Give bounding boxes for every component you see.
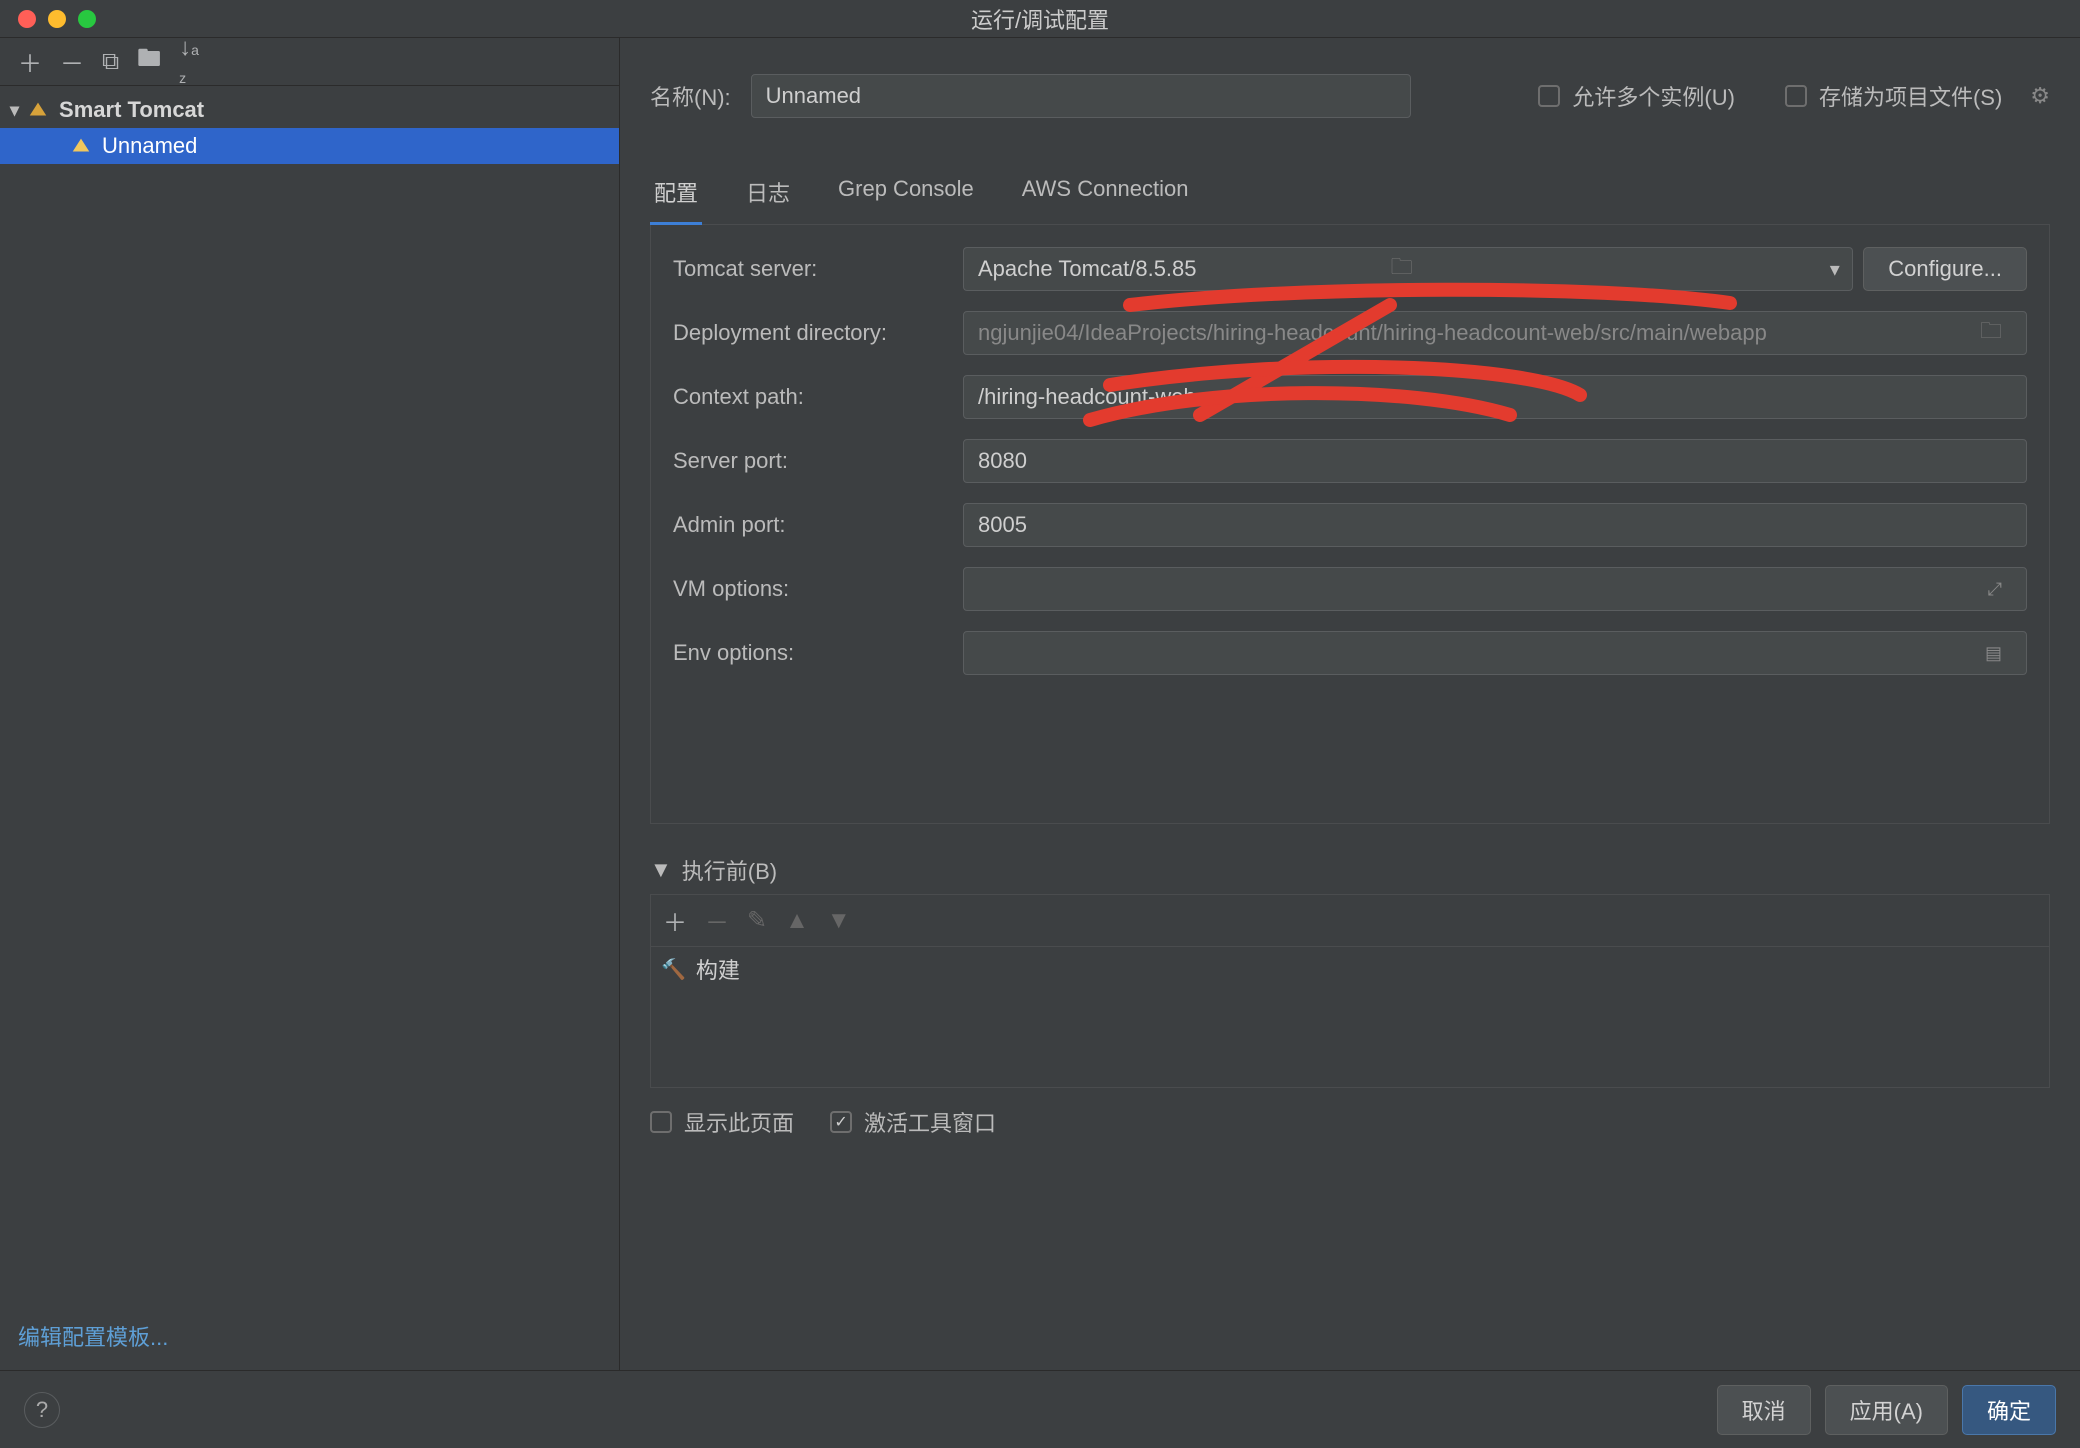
header-row: 名称(N): 允许多个实例(U) 存储为项目文件(S) ⚙ bbox=[650, 74, 2050, 118]
chevron-down-icon: ▾ bbox=[10, 100, 19, 121]
main-panel: 名称(N): 允许多个实例(U) 存储为项目文件(S) ⚙ 配置 日志 Grep… bbox=[620, 38, 2080, 1370]
bottom-checks: 显示此页面 激活工具窗口 bbox=[650, 1106, 2050, 1138]
copy-config-icon[interactable]: ⧉ bbox=[102, 48, 119, 76]
before-launch-item-build[interactable]: 🔨 构建 bbox=[661, 953, 2039, 985]
context-path-input[interactable] bbox=[963, 375, 2027, 419]
list-icon[interactable]: ▤ bbox=[1975, 643, 2012, 664]
context-path-label: Context path: bbox=[673, 384, 963, 410]
server-port-label: Server port: bbox=[673, 448, 963, 474]
tree-root-label: Smart Tomcat bbox=[59, 97, 204, 123]
name-label: 名称(N): bbox=[650, 80, 731, 112]
deployment-dir-input[interactable]: ngjunjie04/IdeaProjects/hiring-headcount… bbox=[978, 320, 1970, 346]
configure-button[interactable]: Configure... bbox=[1863, 247, 2027, 291]
tab-config[interactable]: 配置 bbox=[650, 168, 702, 225]
store-as-project-file-checkbox[interactable]: 存储为项目文件(S) bbox=[1785, 80, 2002, 112]
allow-multiple-checkbox[interactable]: 允许多个实例(U) bbox=[1538, 80, 1735, 112]
dialog-footer: ? 取消 应用(A) 确定 bbox=[0, 1370, 2080, 1448]
tree-item-label: Unnamed bbox=[102, 133, 197, 159]
server-port-input[interactable] bbox=[963, 439, 2027, 483]
admin-port-label: Admin port: bbox=[673, 512, 963, 538]
show-page-label: 显示此页面 bbox=[684, 1106, 794, 1138]
window-title: 运行/调试配置 bbox=[0, 3, 2080, 35]
dropdown-icon[interactable]: ▾ bbox=[1817, 247, 1853, 291]
add-config-icon[interactable]: ＋ bbox=[18, 44, 42, 79]
before-launch-toolbar: ＋ － ✎ ▲ ▼ bbox=[651, 895, 2049, 947]
allow-multiple-label: 允许多个实例(U) bbox=[1572, 80, 1735, 112]
sidebar: ＋ － ⧉ 🖿 ↓az ▾ Smart Tomcat Unnamed 编辑配置模… bbox=[0, 38, 620, 1370]
move-up-icon[interactable]: ▲ bbox=[785, 907, 809, 935]
before-launch-list[interactable]: 🔨 构建 bbox=[651, 947, 2049, 1087]
vm-options-label: VM options: bbox=[673, 576, 963, 602]
config-form: Tomcat server: Apache Tomcat/8.5.85 🗀 ▾ … bbox=[650, 225, 2050, 824]
gear-icon[interactable]: ⚙ bbox=[2030, 83, 2050, 109]
deployment-dir-label: Deployment directory: bbox=[673, 320, 963, 346]
edit-templates-link[interactable]: 编辑配置模板... bbox=[0, 1302, 619, 1370]
edit-task-icon[interactable]: ✎ bbox=[747, 906, 767, 935]
tomcat-icon bbox=[27, 99, 49, 121]
store-as-project-file-label: 存储为项目文件(S) bbox=[1819, 80, 2002, 112]
tab-bar: 配置 日志 Grep Console AWS Connection bbox=[650, 168, 2050, 225]
folder-icon[interactable]: 🗀 bbox=[1970, 314, 2012, 352]
folder-icon[interactable]: 🗀 bbox=[1381, 250, 1804, 288]
before-launch-item-label: 构建 bbox=[696, 953, 740, 985]
before-launch-header[interactable]: ▼ 执行前(B) bbox=[650, 854, 2050, 886]
remove-task-icon[interactable]: － bbox=[705, 903, 729, 938]
activate-tool-window-label: 激活工具窗口 bbox=[864, 1106, 996, 1138]
checkbox-icon bbox=[650, 1111, 672, 1133]
save-config-icon[interactable]: 🖿 bbox=[137, 41, 161, 82]
env-options-input[interactable] bbox=[978, 640, 1975, 666]
tomcat-server-label: Tomcat server: bbox=[673, 256, 963, 282]
checkbox-icon bbox=[1785, 85, 1807, 107]
chevron-down-icon: ▼ bbox=[650, 857, 672, 883]
tree-root-smart-tomcat[interactable]: ▾ Smart Tomcat bbox=[0, 92, 619, 128]
add-task-icon[interactable]: ＋ bbox=[663, 903, 687, 938]
show-page-checkbox[interactable]: 显示此页面 bbox=[650, 1106, 794, 1138]
titlebar: 运行/调试配置 bbox=[0, 0, 2080, 38]
expand-icon[interactable]: ⤢ bbox=[1978, 579, 2012, 600]
sort-config-icon[interactable]: ↓az bbox=[179, 34, 199, 90]
cancel-button[interactable]: 取消 bbox=[1717, 1385, 1811, 1435]
tree-item-unnamed[interactable]: Unnamed bbox=[0, 128, 619, 164]
env-options-label: Env options: bbox=[673, 640, 963, 666]
before-launch-box: ＋ － ✎ ▲ ▼ 🔨 构建 bbox=[650, 894, 2050, 1088]
help-button[interactable]: ? bbox=[24, 1392, 60, 1428]
sidebar-toolbar: ＋ － ⧉ 🖿 ↓az bbox=[0, 38, 619, 86]
remove-config-icon[interactable]: － bbox=[60, 44, 84, 79]
move-down-icon[interactable]: ▼ bbox=[827, 907, 851, 935]
tomcat-server-combo[interactable]: Apache Tomcat/8.5.85 🗀 ▾ bbox=[963, 247, 1853, 291]
tab-grep-console[interactable]: Grep Console bbox=[834, 168, 978, 224]
admin-port-input[interactable] bbox=[963, 503, 2027, 547]
apply-button[interactable]: 应用(A) bbox=[1825, 1385, 1948, 1435]
hammer-icon: 🔨 bbox=[661, 957, 686, 982]
before-launch-title: 执行前(B) bbox=[682, 854, 777, 886]
activate-tool-window-checkbox[interactable]: 激活工具窗口 bbox=[830, 1106, 996, 1138]
checkbox-icon bbox=[830, 1111, 852, 1133]
ok-button[interactable]: 确定 bbox=[1962, 1385, 2056, 1435]
tomcat-server-value[interactable]: Apache Tomcat/8.5.85 🗀 bbox=[963, 247, 1817, 291]
config-name-input[interactable] bbox=[751, 74, 1411, 118]
tab-aws-connection[interactable]: AWS Connection bbox=[1018, 168, 1193, 224]
checkbox-icon bbox=[1538, 85, 1560, 107]
vm-options-input[interactable] bbox=[978, 576, 1978, 602]
config-tree: ▾ Smart Tomcat Unnamed bbox=[0, 86, 619, 1302]
tab-logs[interactable]: 日志 bbox=[742, 168, 794, 224]
tomcat-icon bbox=[70, 135, 92, 157]
